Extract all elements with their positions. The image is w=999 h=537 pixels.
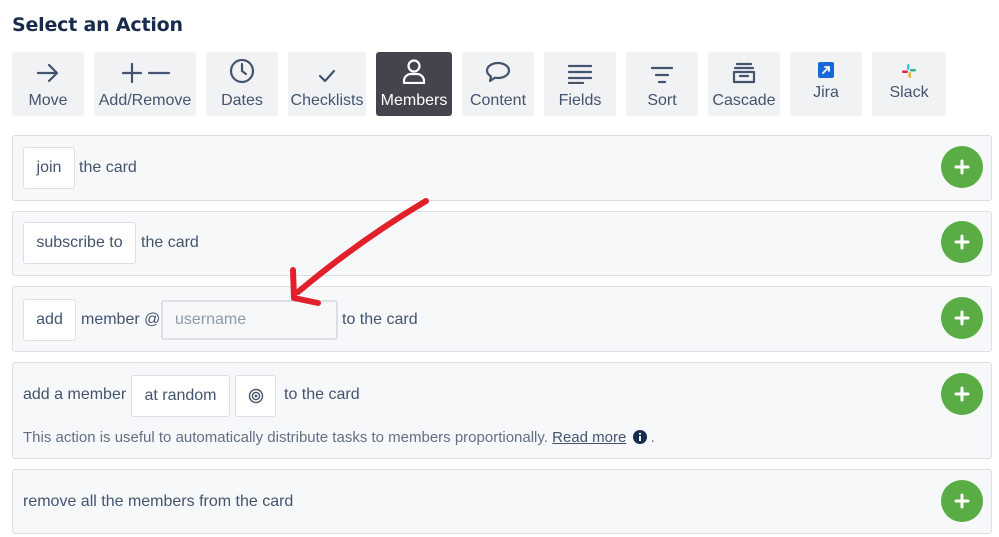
action-note: This action is useful to automatically d… [23,429,655,446]
tab-label: Members [380,92,448,109]
subscribe-option[interactable]: subscribe to [23,222,136,264]
add-action-button[interactable] [941,297,983,339]
action-row-join: join the card [12,135,992,201]
action-text: member @ [81,311,161,328]
text-lines-icon [544,52,616,86]
tab-cascade[interactable]: Cascade [708,52,780,116]
tab-slack[interactable]: Slack [872,52,946,116]
slack-logo-icon [872,52,946,78]
tab-label: Cascade [712,92,776,109]
user-icon [376,52,452,86]
plus-minus-icon [94,52,196,86]
action-row-add-member: add member @ to the card [12,286,992,352]
tab-label: Add/Remove [98,92,192,109]
tab-label: Dates [221,92,263,109]
arrow-right-icon [12,52,84,86]
action-text: remove all the members from the card [23,493,294,510]
tab-label: Content [469,92,527,109]
action-text: to the card [342,311,418,328]
tab-jira[interactable]: Jira [790,52,862,116]
note-text: This action is useful to automatically d… [23,429,548,446]
note-period: . [650,429,655,446]
plus-icon [954,234,970,250]
action-row-remove-all: remove all the members from the card [12,469,992,534]
tab-add-remove[interactable]: Add/Remove [94,52,196,116]
tab-label: Move [28,92,68,109]
action-row-random-member: add a member at random to the card This … [12,362,992,459]
tab-sort[interactable]: Sort [626,52,698,116]
tab-label: Checklists [290,92,364,109]
username-input[interactable] [161,300,338,340]
sort-lines-icon [626,52,698,86]
tab-move[interactable]: Move [12,52,84,116]
add-action-button[interactable] [941,221,983,263]
action-text: the card [141,234,199,251]
tab-checklists[interactable]: Checklists [288,52,366,116]
archive-box-icon [708,52,780,86]
add-option[interactable]: add [23,299,76,341]
read-more-link[interactable]: Read more [552,429,626,446]
tab-members[interactable]: Members [376,52,452,116]
tab-fields[interactable]: Fields [544,52,616,116]
plus-icon [954,310,970,326]
target-option-button[interactable] [235,375,276,417]
target-icon [248,388,263,404]
action-text: add a member [23,386,127,403]
page-title: Select an Action [12,14,183,36]
join-option[interactable]: join [23,147,75,189]
action-text: the card [79,159,137,176]
action-row-subscribe: subscribe to the card [12,211,992,276]
action-text: to the card [284,386,360,403]
tab-content[interactable]: Content [462,52,534,116]
jira-logo-icon [790,52,862,78]
info-icon[interactable] [632,430,647,444]
tab-label: Jira [813,84,839,101]
random-mode-select[interactable]: at random [131,375,230,417]
add-action-button[interactable] [941,146,983,188]
checkmark-icon [288,52,366,86]
clock-icon [206,52,278,86]
tab-label: Sort [647,92,677,109]
plus-icon [954,386,970,402]
tab-label: Fields [558,92,602,109]
add-action-button[interactable] [941,480,983,522]
speech-bubble-icon [462,52,534,86]
tab-label: Slack [889,84,929,101]
plus-icon [954,159,970,175]
plus-icon [954,493,970,509]
tab-dates[interactable]: Dates [206,52,278,116]
add-action-button[interactable] [941,373,983,415]
